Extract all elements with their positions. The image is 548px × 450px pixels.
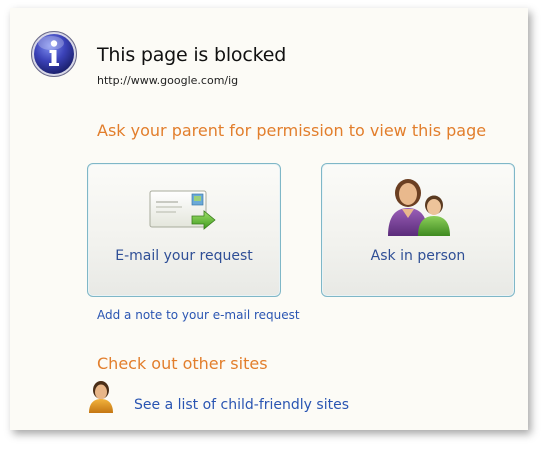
email-request-button[interactable]: E-mail your request	[87, 163, 281, 297]
other-sites-heading: Check out other sites	[97, 354, 268, 373]
add-note-link[interactable]: Add a note to your e-mail request	[97, 308, 300, 322]
blocked-url: http://www.google.com/ig	[97, 74, 239, 87]
ask-in-person-label: Ask in person	[370, 248, 466, 264]
permission-heading: Ask your parent for permission to view t…	[97, 121, 487, 140]
info-icon	[31, 31, 77, 77]
email-request-label: E-mail your request	[115, 248, 253, 264]
page-title: This page is blocked	[97, 44, 287, 66]
blocked-page-panel: This page is blocked http://www.google.c…	[10, 8, 528, 430]
child-user-icon	[89, 381, 113, 413]
parent-and-child-icon	[388, 179, 450, 236]
child-friendly-sites-link[interactable]: See a list of child-friendly sites	[134, 397, 349, 413]
email-envelope-icon	[149, 190, 216, 230]
ask-in-person-button[interactable]: Ask in person	[321, 163, 515, 297]
